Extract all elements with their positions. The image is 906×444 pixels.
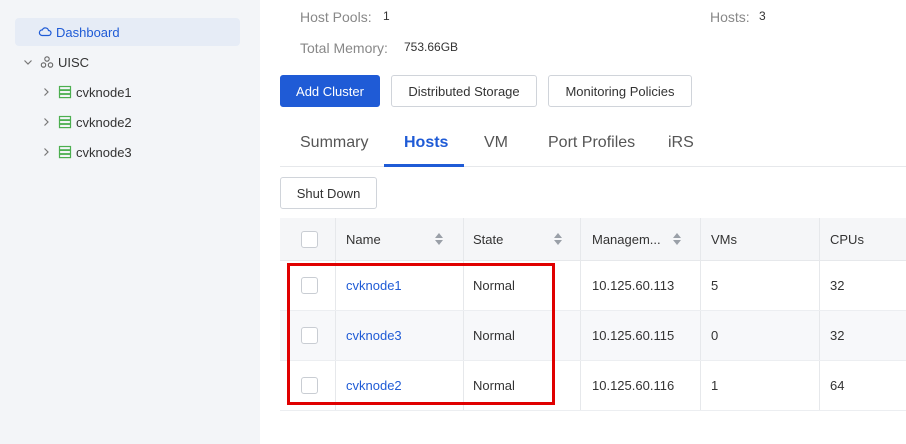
column-divider	[819, 361, 820, 410]
host-pools-value: 1	[383, 9, 390, 23]
host-vms: 5	[711, 278, 719, 293]
column-divider	[700, 261, 701, 310]
column-divider	[580, 361, 581, 410]
chevron-right-icon[interactable]	[40, 86, 52, 98]
chevron-down-icon[interactable]	[22, 56, 34, 68]
total-memory-value: 753.66GB	[404, 40, 459, 54]
column-header-cpus[interactable]: CPUs	[830, 218, 864, 260]
host-cpus: 64	[830, 378, 845, 393]
host-name-link[interactable]: cvknode2	[346, 361, 402, 410]
host-cpus: 32	[830, 328, 845, 343]
distributed-storage-button[interactable]: Distributed Storage	[391, 75, 537, 107]
sort-icon[interactable]	[434, 232, 444, 246]
tab-hosts[interactable]: Hosts	[404, 134, 448, 152]
monitoring-policies-button[interactable]: Monitoring Policies	[548, 75, 692, 107]
table-row[interactable]: cvknode1 Normal 10.125.60.113 5 32	[280, 261, 906, 311]
sidebar-item-cvknode3[interactable]: cvknode3	[40, 138, 132, 166]
host-state: Normal	[473, 378, 515, 393]
row-checkbox[interactable]	[301, 327, 318, 344]
column-divider	[580, 311, 581, 360]
hosts-value: 3	[759, 9, 766, 23]
sort-icon[interactable]	[553, 232, 563, 246]
column-divider	[580, 261, 581, 310]
tab-irs[interactable]: iRS	[668, 134, 694, 152]
column-header-name[interactable]: Name	[346, 218, 381, 260]
sidebar-item-cvknode1[interactable]: cvknode1	[40, 78, 132, 106]
host-management-ip: 10.125.60.113	[592, 278, 675, 293]
host-management-ip: 10.125.60.115	[592, 328, 675, 343]
tab-port-profiles[interactable]: Port Profiles	[548, 134, 635, 152]
sort-icon[interactable]	[672, 232, 682, 246]
hosts-label: Hosts:	[710, 9, 750, 25]
host-name-link[interactable]: cvknode1	[346, 261, 402, 310]
column-header-vms[interactable]: VMs	[711, 218, 737, 260]
column-divider	[463, 218, 464, 260]
host-vms: 1	[711, 378, 719, 393]
sidebar-item-label: UISC	[58, 54, 90, 70]
sidebar-item-label: cvknode2	[76, 114, 132, 130]
server-icon	[58, 115, 72, 129]
chevron-right-icon[interactable]	[40, 116, 52, 128]
table-row[interactable]: cvknode3 Normal 10.125.60.115 0 32	[280, 311, 906, 361]
column-divider	[700, 311, 701, 360]
sidebar: Dashboard UISC cvknode1 cvknode2 cvknode…	[0, 0, 260, 444]
column-divider	[463, 361, 464, 410]
table-header: Name State Managem... VMs CPUs	[280, 218, 906, 261]
shut-down-button[interactable]: Shut Down	[280, 177, 377, 209]
column-divider	[700, 361, 701, 410]
sidebar-item-uisc[interactable]: UISC	[22, 48, 89, 76]
sidebar-item-cvknode2[interactable]: cvknode2	[40, 108, 132, 136]
column-divider	[463, 261, 464, 310]
sidebar-item-dashboard[interactable]: Dashboard	[15, 18, 240, 46]
server-icon	[58, 145, 72, 159]
add-cluster-button[interactable]: Add Cluster	[280, 75, 380, 107]
host-state: Normal	[473, 328, 515, 343]
select-all-checkbox[interactable]	[301, 231, 318, 248]
column-divider	[463, 311, 464, 360]
row-checkbox[interactable]	[301, 377, 318, 394]
column-divider	[819, 218, 820, 260]
column-divider	[819, 311, 820, 360]
row-checkbox[interactable]	[301, 277, 318, 294]
cluster-icon	[40, 55, 54, 69]
cloud-icon	[38, 25, 52, 39]
main-content: Host Pools: 1 Hosts: 3 Total Memory: 753…	[260, 0, 906, 444]
sidebar-item-label: cvknode3	[76, 144, 132, 160]
column-divider	[335, 218, 336, 260]
host-cpus: 32	[830, 278, 845, 293]
active-tab-indicator	[384, 164, 464, 167]
host-vms: 0	[711, 328, 719, 343]
sidebar-item-label: Dashboard	[56, 24, 120, 40]
tab-bar: Summary Hosts VM Port Profiles iRS	[280, 122, 906, 167]
column-divider	[819, 261, 820, 310]
host-pools-label: Host Pools:	[300, 9, 372, 25]
sidebar-item-label: cvknode1	[76, 84, 132, 100]
chevron-right-icon[interactable]	[40, 146, 52, 158]
server-icon	[58, 85, 72, 99]
tab-vm[interactable]: VM	[484, 134, 508, 152]
column-divider	[335, 261, 336, 310]
column-divider	[335, 361, 336, 410]
tab-summary[interactable]: Summary	[300, 134, 368, 152]
host-management-ip: 10.125.60.116	[592, 378, 675, 393]
host-name-link[interactable]: cvknode3	[346, 311, 402, 360]
column-header-management[interactable]: Managem...	[592, 218, 661, 260]
host-state: Normal	[473, 278, 515, 293]
total-memory-label: Total Memory:	[300, 40, 388, 56]
column-header-state[interactable]: State	[473, 218, 503, 260]
column-divider	[700, 218, 701, 260]
table-row[interactable]: cvknode2 Normal 10.125.60.116 1 64	[280, 361, 906, 411]
column-divider	[580, 218, 581, 260]
column-divider	[335, 311, 336, 360]
